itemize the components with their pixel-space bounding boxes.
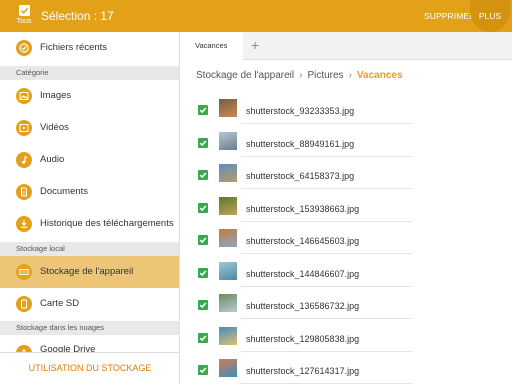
file-checkbox[interactable] — [198, 202, 208, 213]
sidebar-item-sd-card[interactable]: Carte SD — [0, 288, 179, 320]
section-header-category: Catégorie — [0, 66, 179, 80]
image-thumbnail — [219, 164, 237, 182]
file-row[interactable]: shutterstock_93233353.jpg — [196, 96, 412, 128]
sidebar-item-videos[interactable]: Vidéos — [0, 112, 179, 144]
row-divider — [241, 220, 412, 222]
file-checkbox[interactable] — [198, 105, 208, 115]
file-name: shutterstock_93233353.jpg — [246, 106, 355, 116]
image-thumbnail — [219, 359, 237, 377]
row-divider — [241, 253, 412, 254]
chevron-right-icon: › — [348, 70, 352, 81]
file-row[interactable]: shutterstock_127614317.jpg — [196, 356, 412, 384]
file-checkbox[interactable] — [198, 365, 208, 375]
check-icon — [199, 367, 207, 374]
delete-button[interactable]: SUPPRIMER — [424, 11, 475, 21]
file-row[interactable]: shutterstock_88949161.jpg — [196, 129, 412, 161]
file-checkbox[interactable] — [198, 170, 208, 180]
image-thumbnail — [219, 131, 237, 150]
sidebar-item-label: Fichiers récents — [40, 42, 108, 53]
sidebar-item-images[interactable]: Images — [0, 80, 179, 112]
file-row[interactable]: shutterstock_144846607.jpg — [196, 259, 412, 291]
sidebar: Fichiers récents Catégorie Images Vidéos… — [0, 32, 180, 384]
image-thumbnail — [219, 261, 237, 280]
selection-count-title: Sélection : 17 — [41, 9, 114, 23]
check-icon — [199, 302, 207, 309]
image-icon — [16, 88, 32, 104]
sidebar-item-label: Audio — [40, 154, 65, 165]
tab-bar: Vacances + — [181, 32, 512, 60]
file-name: shutterstock_136586732.jpg — [246, 301, 360, 311]
check-icon — [199, 107, 207, 114]
row-divider — [241, 188, 412, 189]
sidebar-item-device-storage[interactable]: Stockage de l'appareil — [0, 256, 179, 288]
device-storage-icon — [16, 264, 32, 280]
file-row[interactable]: shutterstock_153938663.jpg — [196, 194, 412, 226]
sidebar-item-label: Documents — [40, 186, 89, 197]
file-checkbox[interactable] — [198, 300, 208, 310]
sidebar-item-documents[interactable]: Documents — [0, 176, 179, 208]
check-icon — [199, 204, 207, 211]
breadcrumb-current: Vacances — [356, 70, 403, 81]
file-name: shutterstock_127614317.jpg — [246, 366, 360, 376]
sidebar-item-recent[interactable]: Fichiers récents — [0, 32, 179, 64]
check-icon — [199, 334, 207, 341]
video-icon — [16, 120, 32, 136]
row-divider — [241, 318, 412, 319]
check-icon — [199, 172, 207, 179]
top-action-bar: Tous Sélection : 17 SUPPRIMER PLUS — [0, 0, 512, 32]
image-thumbnail — [219, 99, 237, 117]
section-header-cloud-storage: Stockage dans les nuages — [0, 321, 179, 335]
document-icon — [16, 184, 32, 200]
image-thumbnail — [219, 294, 237, 312]
checkbox-icon — [18, 5, 30, 16]
breadcrumb: Stockage de l'appareil › Pictures › Vacances — [196, 70, 403, 81]
sidebar-item-downloads[interactable]: Historique des téléchargements — [0, 208, 179, 240]
file-checkbox[interactable] — [198, 137, 208, 148]
file-name: shutterstock_146645603.jpg — [246, 236, 360, 246]
check-icon — [199, 269, 207, 276]
sidebar-item-label: Images — [40, 90, 72, 101]
sidebar-item-label: Carte SD — [40, 298, 80, 309]
file-name: shutterstock_88949161.jpg — [246, 138, 355, 149]
row-divider — [241, 350, 412, 352]
image-thumbnail — [219, 196, 237, 215]
row-divider — [241, 155, 412, 157]
sidebar-item-label: Stockage de l'appareil — [40, 266, 134, 277]
image-thumbnail — [219, 326, 237, 345]
tab-vacances[interactable]: Vacances — [181, 32, 243, 60]
image-thumbnail — [219, 229, 237, 247]
add-tab-button[interactable]: + — [251, 37, 259, 53]
download-history-icon — [16, 216, 32, 232]
select-all-label: Tous — [16, 18, 32, 25]
row-divider — [241, 123, 412, 124]
file-checkbox[interactable] — [198, 267, 208, 278]
music-note-icon — [16, 152, 32, 168]
clock-check-icon — [16, 40, 32, 56]
sidebar-item-label: Historique des téléchargements — [40, 218, 174, 229]
sd-card-icon — [16, 296, 32, 312]
check-icon — [199, 237, 207, 244]
sidebar-item-audio[interactable]: Audio — [0, 144, 179, 176]
storage-usage-button[interactable]: UTILISATION DU STOCKAGE — [0, 352, 179, 384]
chevron-right-icon: › — [299, 70, 303, 81]
check-icon — [199, 139, 207, 146]
file-checkbox[interactable] — [198, 235, 208, 245]
sidebar-item-label: Vidéos — [40, 122, 69, 133]
file-name: shutterstock_144846607.jpg — [246, 268, 360, 279]
file-name: shutterstock_129805838.jpg — [246, 333, 360, 344]
file-name: shutterstock_64158373.jpg — [246, 171, 355, 181]
section-header-local-storage: Stockage local — [0, 242, 179, 256]
file-row[interactable]: shutterstock_129805838.jpg — [196, 324, 412, 356]
breadcrumb-item[interactable]: Stockage de l'appareil — [196, 70, 294, 81]
file-name: shutterstock_153938663.jpg — [246, 203, 360, 214]
row-divider — [241, 285, 412, 287]
file-row[interactable]: shutterstock_64158373.jpg — [196, 161, 412, 193]
breadcrumb-item[interactable]: Pictures — [307, 70, 343, 81]
more-button[interactable]: PLUS — [470, 0, 510, 32]
file-row[interactable]: shutterstock_136586732.jpg — [196, 291, 412, 323]
select-all-checkbox[interactable]: Tous — [11, 5, 37, 31]
file-checkbox[interactable] — [198, 332, 208, 343]
file-row[interactable]: shutterstock_146645603.jpg — [196, 226, 412, 258]
